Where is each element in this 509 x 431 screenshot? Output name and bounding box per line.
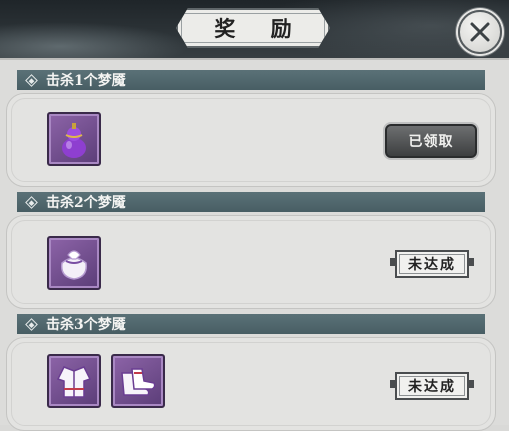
dialog-title-plaque: 奖 励 [176, 8, 330, 48]
section-title: 击杀2个梦魇 [46, 195, 126, 211]
section-title: 击杀3个梦魇 [46, 317, 126, 333]
section-header-kill-3: 击杀3个梦魇 [17, 314, 485, 334]
section-header-kill-1: 击杀1个梦魇 [17, 70, 485, 90]
unfinished-status-button[interactable]: 未达成 [390, 372, 474, 400]
dialog-title: 奖 励 [214, 16, 306, 41]
reward-panel: 击杀1个梦魇 已领取 击杀2个梦魇 未达成 击杀3个梦魇 未达成 [0, 58, 509, 431]
claimed-button[interactable]: 已领取 [385, 124, 477, 158]
close-button[interactable] [458, 10, 502, 54]
reward-item-robe[interactable] [47, 354, 101, 408]
reward-item-pouch[interactable] [47, 236, 101, 290]
purple-gourd-icon [62, 123, 86, 158]
boots-icon [121, 368, 156, 396]
robe-outfit-icon [56, 366, 92, 398]
reward-row-kill-2: 未达成 [6, 215, 496, 309]
close-x-icon [470, 22, 490, 42]
section-title: 击杀1个梦魇 [46, 73, 126, 89]
reward-row-kill-1: 已领取 [6, 93, 496, 187]
white-pouch-icon [61, 250, 87, 280]
reward-row-kill-3: 未达成 [6, 337, 496, 431]
reward-item-gourd[interactable] [47, 112, 101, 166]
diamond-bullet-icon [25, 317, 38, 331]
diamond-bullet-icon [25, 73, 38, 87]
diamond-bullet-icon [25, 195, 38, 209]
unfinished-status-button[interactable]: 未达成 [390, 250, 474, 278]
reward-item-boots[interactable] [111, 354, 165, 408]
section-header-kill-2: 击杀2个梦魇 [17, 192, 485, 212]
